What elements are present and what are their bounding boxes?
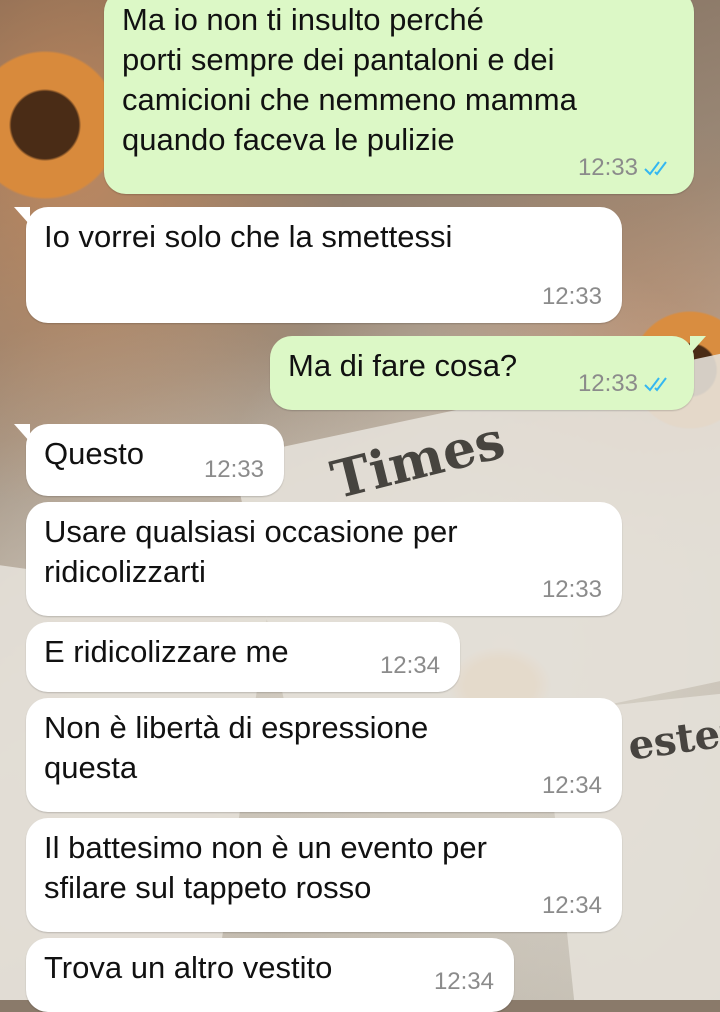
bubble-tail — [690, 336, 706, 354]
message-meta: 12:34 — [434, 968, 494, 996]
bubble-tail — [14, 424, 30, 442]
message-meta: 12:34 — [542, 892, 602, 920]
message-text: Io vorrei solo che la smettessi — [44, 219, 453, 254]
message-bubble-incoming[interactable]: Il battesimo non è un evento per sfilare… — [26, 818, 622, 932]
message-meta: 12:34 — [542, 772, 602, 800]
message-time: 12:33 — [577, 370, 638, 397]
message-meta: 12:33 — [542, 576, 602, 604]
message-bubble-incoming[interactable]: Trova un altro vestito 12:34 — [26, 938, 514, 1012]
message-bubble-incoming[interactable]: E ridicolizzare me 12:34 — [26, 622, 460, 692]
bubble-tail — [14, 207, 30, 225]
message-text: Usare qualsiasi occasione per ridicolizz… — [44, 514, 458, 589]
message-time: 12:33 — [541, 576, 602, 603]
message-time: 12:34 — [379, 652, 440, 679]
message-time: 12:33 — [203, 456, 264, 483]
message-list[interactable]: Ma io non ti insulto perché porti sempre… — [0, 0, 720, 1012]
message-bubble-incoming[interactable]: Questo 12:33 — [14, 424, 284, 496]
message-text: Non è libertà di espressione questa — [44, 710, 429, 785]
message-text: Ma io non ti insulto perché porti sempre… — [122, 2, 577, 157]
message-meta: 12:33 — [542, 283, 602, 311]
message-meta: 12:33 — [204, 456, 264, 484]
double-check-icon — [644, 161, 667, 176]
message-time: 12:34 — [541, 892, 602, 919]
message-text: Il battesimo non è un evento per sfilare… — [44, 830, 487, 905]
message-bubble-outgoing[interactable]: Ma io non ti insulto perché porti sempre… — [104, 0, 694, 194]
message-meta: 12:33 — [578, 370, 674, 398]
message-bubble-incoming[interactable]: Non è libertà di espressione questa 12:3… — [26, 698, 622, 812]
double-check-icon — [644, 377, 667, 392]
message-time: 12:34 — [433, 968, 494, 995]
message-meta: 12:33 — [578, 154, 674, 182]
message-text: Trova un altro vestito — [44, 950, 333, 985]
message-bubble-outgoing[interactable]: Ma di fare cosa? 12:33 — [270, 336, 706, 410]
message-time: 12:34 — [541, 772, 602, 799]
message-time: 12:33 — [541, 283, 602, 310]
message-meta: 12:34 — [380, 652, 440, 680]
message-time: 12:33 — [577, 154, 638, 181]
message-bubble-incoming[interactable]: Usare qualsiasi occasione per ridicolizz… — [26, 502, 622, 616]
message-bubble-incoming[interactable]: Io vorrei solo che la smettessi 12:33 — [14, 207, 622, 323]
